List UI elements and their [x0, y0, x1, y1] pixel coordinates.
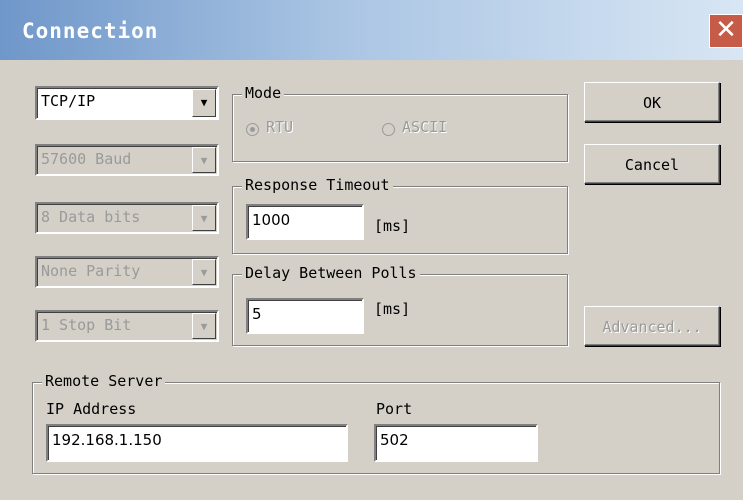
title-bar[interactable]: Connection ✕	[0, 0, 743, 60]
response-timeout-label: Response Timeout	[242, 176, 393, 194]
radio-ascii-label: ASCII	[402, 118, 448, 136]
window-title: Connection	[22, 19, 159, 43]
chevron-down-icon[interactable]: ▼	[192, 147, 216, 173]
parity-value: None Parity	[41, 262, 141, 280]
delay-polls-label: Delay Between Polls	[242, 264, 420, 282]
response-timeout-input[interactable]: 1000	[246, 204, 364, 240]
close-icon[interactable]: ✕	[709, 14, 743, 48]
chevron-down-icon[interactable]: ▼	[192, 89, 216, 117]
chevron-down-icon[interactable]: ▼	[192, 259, 216, 285]
dialog-body: TCP/IP ▼ 57600 Baud ▼ 8 Data bits ▼ None…	[0, 60, 743, 500]
radio-ascii[interactable]	[382, 123, 395, 136]
ip-address-input[interactable]: 192.168.1.150	[46, 424, 348, 462]
stop-bits-select[interactable]: 1 Stop Bit ▼	[35, 310, 219, 342]
mode-label: Mode	[242, 84, 285, 102]
parity-select[interactable]: None Parity ▼	[35, 256, 219, 288]
response-timeout-unit: [ms]	[374, 217, 411, 235]
radio-rtu[interactable]	[246, 123, 259, 136]
data-bits-select[interactable]: 8 Data bits ▼	[35, 202, 219, 234]
baud-select[interactable]: 57600 Baud ▼	[35, 144, 219, 176]
delay-polls-value: 5	[252, 305, 262, 323]
port-input[interactable]: 502	[374, 424, 538, 462]
delay-polls-unit: [ms]	[374, 300, 411, 318]
remote-server-label: Remote Server	[42, 372, 166, 390]
response-timeout-value: 1000	[252, 211, 291, 229]
protocol-value: TCP/IP	[41, 92, 96, 110]
chevron-down-icon[interactable]: ▼	[192, 313, 216, 339]
port-value: 502	[380, 431, 409, 449]
ip-address-value: 192.168.1.150	[52, 431, 162, 449]
radio-rtu-label: RTU	[266, 118, 294, 136]
data-bits-value: 8 Data bits	[41, 208, 141, 226]
cancel-button[interactable]: Cancel	[584, 144, 720, 184]
baud-value: 57600 Baud	[41, 150, 132, 168]
advanced-button[interactable]: Advanced...	[584, 306, 720, 346]
port-label: Port	[376, 400, 413, 418]
delay-polls-input[interactable]: 5	[246, 298, 364, 334]
ip-address-label: IP Address	[46, 400, 137, 418]
chevron-down-icon[interactable]: ▼	[192, 205, 216, 231]
stop-bits-value: 1 Stop Bit	[41, 316, 132, 334]
protocol-select[interactable]: TCP/IP ▼	[35, 86, 219, 120]
ok-button[interactable]: OK	[584, 82, 720, 122]
